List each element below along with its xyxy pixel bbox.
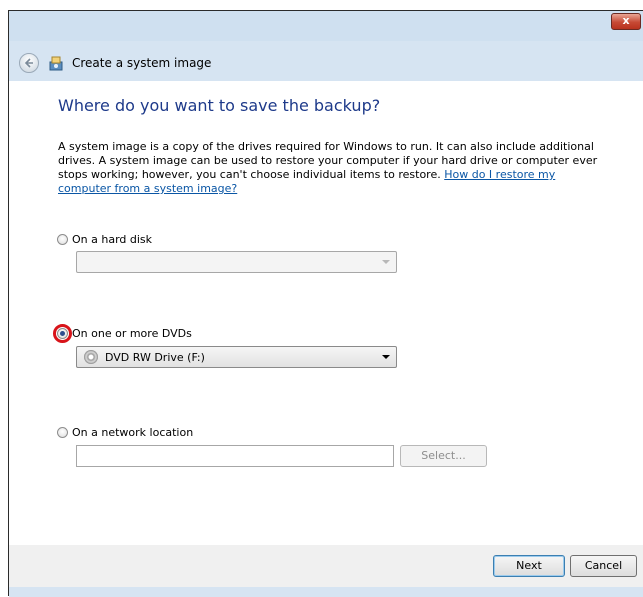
description-text: A system image is a copy of the drives r…	[58, 140, 598, 196]
network-location-input[interactable]	[76, 445, 394, 467]
hard-disk-radio[interactable]	[57, 234, 68, 245]
button-bar: Next Cancel	[9, 545, 643, 587]
wizard-title: Create a system image	[72, 56, 212, 70]
backup-restore-icon	[49, 56, 63, 71]
cancel-button[interactable]: Cancel	[570, 555, 637, 577]
network-radio[interactable]	[57, 427, 68, 438]
wizard-window: x Create a system image Where do you wan…	[8, 10, 643, 597]
page-heading: Where do you want to save the backup?	[58, 96, 381, 115]
content-pane: Where do you want to save the backup? A …	[9, 81, 643, 587]
title-bar: x	[9, 11, 643, 41]
hard-disk-label[interactable]: On a hard disk	[72, 233, 152, 246]
select-button[interactable]: Select...	[400, 445, 487, 467]
network-label[interactable]: On a network location	[72, 426, 193, 439]
close-button[interactable]: x	[611, 13, 641, 30]
hard-disk-dropdown[interactable]	[76, 251, 397, 273]
highlight-ring	[53, 324, 72, 343]
wizard-header: Create a system image	[9, 41, 643, 81]
option-hard-disk[interactable]: On a hard disk	[57, 232, 152, 247]
back-button[interactable]	[19, 53, 39, 73]
option-network[interactable]: On a network location	[57, 425, 193, 440]
dvd-drive-dropdown[interactable]: DVD RW Drive (F:)	[76, 346, 397, 368]
dvd-drive-icon	[84, 350, 98, 364]
chevron-down-icon	[382, 260, 390, 264]
chevron-down-icon	[382, 355, 390, 359]
dvd-drive-value: DVD RW Drive (F:)	[105, 351, 205, 364]
next-button[interactable]: Next	[493, 555, 565, 577]
option-dvd[interactable]: On one or more DVDs	[53, 324, 192, 343]
back-arrow-icon	[24, 58, 33, 68]
dvd-label[interactable]: On one or more DVDs	[72, 327, 192, 340]
dvd-radio[interactable]	[53, 324, 72, 343]
